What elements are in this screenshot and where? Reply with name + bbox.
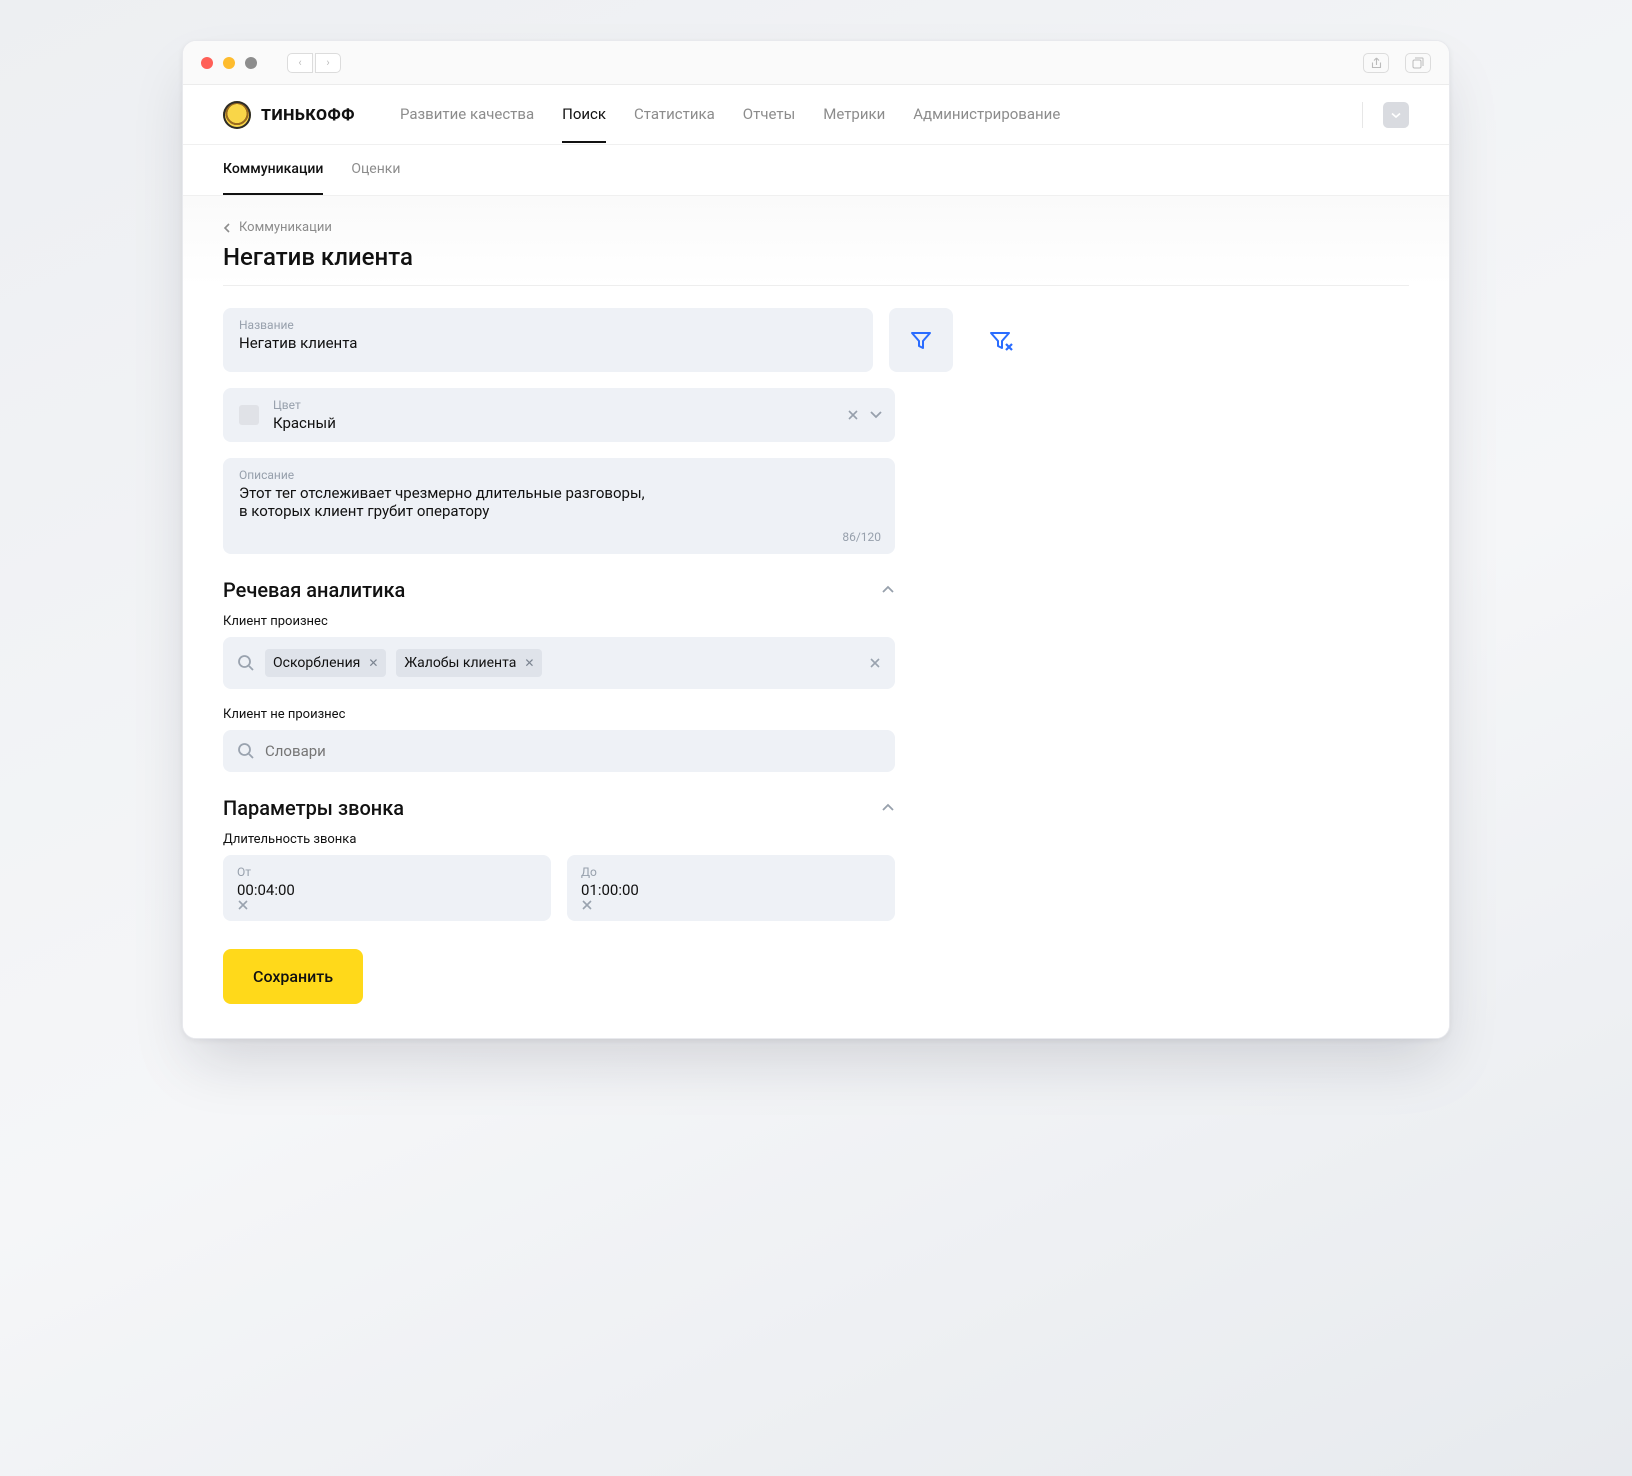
filter-clear-button[interactable] [969, 308, 1033, 372]
duration-to-field[interactable]: До 01:00:00 [567, 855, 895, 921]
not-spoke-label: Клиент не произнес [223, 707, 1409, 722]
chip-label: Оскорбления [273, 655, 360, 671]
divider [223, 285, 1409, 286]
speech-analytics-title: Речевая аналитика [223, 578, 405, 602]
call-params-title: Параметры звонка [223, 796, 404, 820]
color-field-value: Красный [273, 414, 336, 432]
topbar: ТИНЬКОФФ Развитие качества Поиск Статист… [183, 85, 1449, 145]
duration-label: Длительность звонка [223, 832, 1409, 847]
color-swatch [239, 405, 259, 425]
browser-nav-buttons: ‹ › [287, 53, 341, 73]
main-nav: Развитие качества Поиск Статистика Отчет… [400, 87, 1342, 143]
duration-from-value: 00:04:00 [237, 881, 537, 899]
brand-logo-icon [223, 101, 251, 129]
clear-icon[interactable] [847, 409, 859, 421]
nav-admin[interactable]: Администрирование [913, 87, 1060, 143]
not-spoke-field[interactable] [223, 730, 895, 772]
filter-clear-icon [988, 328, 1014, 352]
nav-search[interactable]: Поиск [562, 87, 606, 143]
duration-from-field[interactable]: От 00:04:00 [223, 855, 551, 921]
subnav-communications[interactable]: Коммуникации [223, 145, 323, 195]
search-icon [237, 742, 255, 760]
chevron-up-icon [881, 803, 895, 813]
nav-quality[interactable]: Развитие качества [400, 87, 534, 143]
nav-back-button[interactable]: ‹ [287, 53, 313, 73]
chip-remove-icon[interactable]: ✕ [524, 656, 534, 670]
chevron-down-icon[interactable] [869, 410, 883, 420]
window-close-dot[interactable] [201, 57, 213, 69]
breadcrumb[interactable]: Коммуникации [223, 220, 1409, 235]
tabs-icon[interactable] [1405, 53, 1431, 73]
breadcrumb-label: Коммуникации [239, 220, 332, 235]
color-field-label: Цвет [273, 398, 336, 412]
call-params-section[interactable]: Параметры звонка [223, 796, 895, 820]
spoke-chip-field[interactable]: Оскорбления ✕ Жалобы клиента ✕ [223, 637, 895, 689]
color-field[interactable]: Цвет Красный [223, 388, 895, 442]
description-counter: 86/120 [842, 530, 881, 544]
nav-metrics[interactable]: Метрики [823, 87, 885, 143]
subnav-grades[interactable]: Оценки [351, 145, 400, 195]
description-field-label: Описание [239, 468, 879, 482]
user-menu-button[interactable] [1383, 102, 1409, 128]
app-window: ‹ › ТИНЬКОФФ Развитие качества Поиск Ста… [182, 40, 1450, 1039]
chip-complaints[interactable]: Жалобы клиента ✕ [396, 649, 542, 677]
clear-icon[interactable] [581, 899, 881, 911]
name-field-value: Негатив клиента [239, 334, 857, 352]
brand-name: ТИНЬКОФФ [261, 105, 355, 124]
sub-nav: Коммуникации Оценки [183, 145, 1449, 196]
duration-to-label: До [581, 865, 881, 879]
spoke-label: Клиент произнес [223, 614, 1409, 629]
clear-icon[interactable] [869, 657, 881, 669]
speech-analytics-section[interactable]: Речевая аналитика [223, 578, 895, 602]
description-field[interactable]: Описание Этот тег отслеживает чрезмерно … [223, 458, 895, 554]
clear-icon[interactable] [237, 899, 537, 911]
divider [1362, 102, 1363, 128]
save-button[interactable]: Сохранить [223, 949, 363, 1004]
chevron-left-icon [223, 222, 231, 234]
description-field-value-line2: в которых клиент грубит оператору [239, 502, 879, 520]
search-icon [237, 654, 255, 672]
chip-label: Жалобы клиента [404, 655, 516, 671]
filter-button[interactable] [889, 308, 953, 372]
chip-remove-icon[interactable]: ✕ [368, 656, 378, 670]
window-minimize-dot[interactable] [223, 57, 235, 69]
brand: ТИНЬКОФФ [223, 101, 355, 129]
page-body: Коммуникации Негатив клиента Название Не… [183, 196, 1449, 1038]
name-field[interactable]: Название Негатив клиента [223, 308, 873, 372]
share-icon[interactable] [1363, 53, 1389, 73]
not-spoke-input[interactable] [265, 742, 881, 760]
duration-to-value: 01:00:00 [581, 881, 881, 899]
nav-forward-button[interactable]: › [315, 53, 341, 73]
chip-insults[interactable]: Оскорбления ✕ [265, 649, 386, 677]
nav-reports[interactable]: Отчеты [743, 87, 795, 143]
chevron-up-icon [881, 585, 895, 595]
description-field-value-line1: Этот тег отслеживает чрезмерно длительны… [239, 484, 879, 502]
nav-statistics[interactable]: Статистика [634, 87, 715, 143]
duration-from-label: От [237, 865, 537, 879]
window-zoom-dot[interactable] [245, 57, 257, 69]
page-title: Негатив клиента [223, 243, 1409, 271]
name-field-label: Название [239, 318, 857, 332]
filter-icon [909, 328, 933, 352]
macos-titlebar: ‹ › [183, 41, 1449, 85]
